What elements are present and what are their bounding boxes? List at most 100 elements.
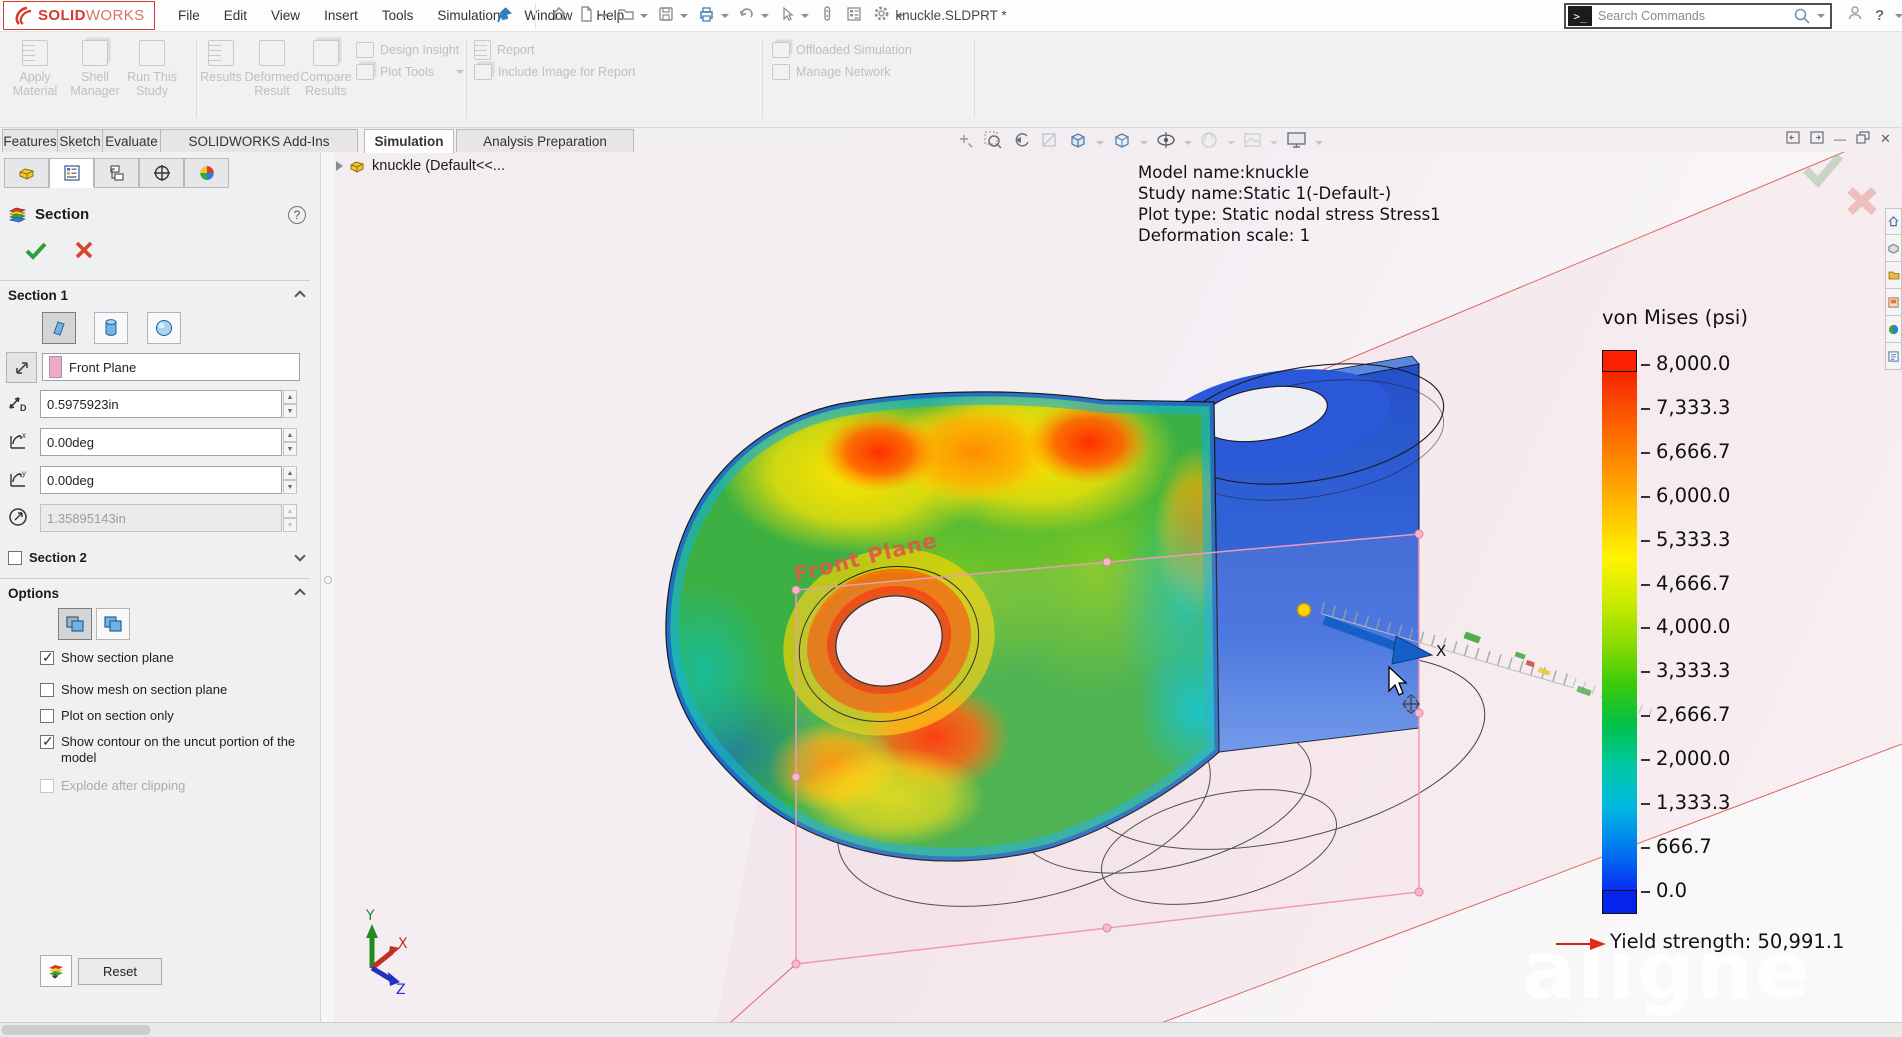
reset-button[interactable]: Reset — [78, 958, 162, 985]
open-icon[interactable] — [617, 5, 635, 28]
save-icon[interactable] — [657, 5, 675, 28]
plane-handle[interactable] — [1103, 558, 1111, 566]
feature-tree-root[interactable]: knuckle (Default<<... — [336, 158, 505, 174]
collapse-left-pane-icon[interactable] — [1786, 131, 1800, 147]
y-rotation-spinner[interactable]: ▲▼ — [283, 466, 297, 494]
search-caret[interactable] — [1817, 14, 1825, 18]
section1-header[interactable]: Section 1 — [8, 288, 68, 303]
display-manager-tab[interactable] — [184, 158, 229, 188]
new-document-caret[interactable] — [600, 14, 608, 18]
feature-manager-tab[interactable] — [4, 158, 49, 188]
reference-plane-field[interactable]: Front Plane — [42, 353, 300, 381]
tree-root-label[interactable]: knuckle (Default<<... — [372, 158, 505, 174]
tab-evaluate[interactable]: Evaluate — [102, 129, 161, 152]
resources-tab[interactable] — [1885, 208, 1902, 235]
planar-section-button[interactable] — [42, 312, 76, 344]
plane-handle[interactable] — [1415, 530, 1423, 538]
select-icon[interactable] — [778, 5, 796, 28]
reverse-direction-button[interactable] — [6, 352, 37, 383]
run-this-study-button[interactable]: Run This Study — [110, 37, 194, 123]
options-list-icon[interactable] — [845, 5, 863, 28]
plot-tools-caret[interactable] — [456, 70, 464, 74]
tree-expand-icon[interactable] — [336, 161, 343, 171]
show-contour-uncut-checkbox[interactable]: Show contour on the uncut portion of the… — [40, 734, 302, 766]
horizontal-scrollbar[interactable] — [0, 1022, 1902, 1037]
help-caret[interactable] — [1895, 14, 1902, 18]
show-mesh-checkbox[interactable]: Show mesh on section plane — [40, 682, 302, 698]
results-button[interactable]: Results — [200, 37, 242, 123]
menu-view[interactable]: View — [271, 8, 300, 23]
section2-collapse-chevron[interactable] — [294, 550, 305, 561]
clipping-options-button[interactable] — [40, 955, 72, 987]
print-icon[interactable] — [697, 5, 716, 28]
menu-simulation[interactable]: Simulation — [437, 8, 500, 23]
window-restore-icon[interactable] — [1856, 131, 1870, 147]
dim-xpert-tab[interactable] — [139, 158, 184, 188]
search-icon[interactable] — [1792, 6, 1812, 26]
panel-collapse-handle[interactable] — [324, 576, 332, 584]
design-library-tab[interactable] — [1885, 235, 1902, 262]
options-header[interactable]: Options — [8, 586, 59, 601]
plot-on-section-only-checkbox[interactable]: Plot on section only — [40, 708, 302, 724]
appearance-caret[interactable] — [1227, 141, 1235, 145]
tab-solidworks-add-ins[interactable]: SOLIDWORKS Add-Ins — [160, 129, 358, 152]
menu-insert[interactable]: Insert — [324, 8, 358, 23]
plane-origin-handle[interactable] — [1298, 604, 1311, 617]
design-insight-button[interactable]: Design Insight — [356, 40, 459, 60]
offset-distance-spinner[interactable]: ▲▼ — [283, 390, 297, 418]
configuration-manager-tab[interactable] — [94, 158, 139, 188]
section-plane-widget[interactable]: Front Plane — [791, 528, 1423, 968]
menu-file[interactable]: File — [178, 8, 200, 23]
plane-handle[interactable] — [792, 773, 800, 781]
checkbox-box[interactable] — [40, 651, 54, 665]
plane-handle[interactable] — [1415, 888, 1423, 896]
open-caret[interactable] — [640, 14, 648, 18]
offloaded-simulation-button[interactable]: Offloaded Simulation — [772, 40, 912, 60]
offset-distance-field[interactable]: 0.5975923in — [40, 390, 282, 418]
x-rotation-field[interactable]: 0.00deg — [40, 428, 282, 456]
tab-analysis-preparation[interactable]: Analysis Preparation — [456, 129, 634, 152]
new-document-icon[interactable] — [577, 5, 595, 28]
section1-collapse-chevron[interactable] — [294, 290, 305, 301]
scrollbar-thumb[interactable] — [2, 1025, 150, 1035]
scene-caret[interactable] — [1270, 141, 1278, 145]
x-rotation-spinner[interactable]: ▲▼ — [283, 428, 297, 456]
show-section-plane-checkbox[interactable]: Show section plane — [40, 650, 302, 666]
print-caret[interactable] — [721, 14, 729, 18]
hide-show-caret[interactable] — [1184, 141, 1192, 145]
plot-tools-button[interactable]: Plot Tools — [356, 62, 464, 82]
union-zone-button[interactable] — [96, 608, 130, 640]
panel-splitter[interactable] — [320, 152, 334, 1022]
save-caret[interactable] — [680, 14, 688, 18]
plane-handle[interactable] — [792, 960, 800, 968]
display-style-caret[interactable] — [1140, 141, 1148, 145]
custom-properties-tab[interactable] — [1885, 343, 1902, 370]
options-collapse-chevron[interactable] — [294, 588, 305, 599]
help-icon[interactable]: ? — [288, 206, 306, 224]
settings-gear-icon[interactable] — [872, 4, 891, 28]
view-orientation-caret[interactable] — [1096, 141, 1104, 145]
tab-sketch[interactable]: Sketch — [57, 129, 103, 152]
collapse-right-pane-icon[interactable] — [1810, 131, 1824, 147]
intersection-zone-button[interactable] — [58, 608, 92, 640]
apply-material-button[interactable]: Apply Material — [8, 37, 62, 123]
window-minimize-icon[interactable]: — — [1834, 132, 1846, 146]
section2-checkbox-box[interactable] — [8, 551, 22, 565]
view-palette-tab[interactable] — [1885, 289, 1902, 316]
tab-simulation[interactable]: Simulation — [364, 129, 454, 153]
cylindrical-section-button[interactable] — [94, 312, 128, 344]
file-explorer-tab[interactable] — [1885, 262, 1902, 289]
menu-tools[interactable]: Tools — [382, 8, 414, 23]
plane-handle[interactable] — [1103, 924, 1111, 932]
menu-edit[interactable]: Edit — [224, 8, 247, 23]
undo-caret[interactable] — [761, 14, 769, 18]
ok-button[interactable] — [24, 240, 48, 263]
plane-handle[interactable] — [792, 586, 800, 594]
tab-features[interactable]: Features — [2, 129, 58, 152]
cancel-button[interactable] — [74, 240, 94, 263]
spherical-section-button[interactable] — [147, 312, 181, 344]
window-close-icon[interactable]: ✕ — [1880, 131, 1891, 147]
user-account-icon[interactable] — [1846, 4, 1864, 27]
checkbox-box[interactable] — [40, 709, 54, 723]
undo-icon[interactable] — [738, 5, 756, 28]
